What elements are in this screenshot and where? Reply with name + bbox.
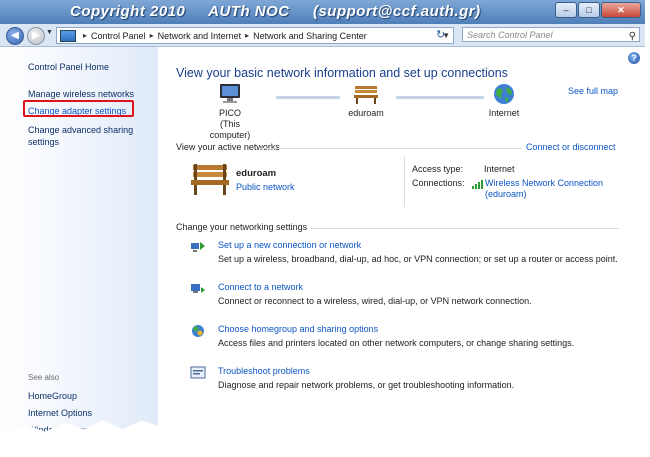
- homegroup-link[interactable]: HomeGroup: [28, 391, 77, 401]
- see-full-map-link[interactable]: See full map: [568, 86, 618, 96]
- internet-label: Internet: [488, 108, 520, 118]
- divider: [311, 228, 619, 229]
- refresh-icon[interactable]: ↻: [436, 28, 445, 41]
- network-location-link[interactable]: Public network: [236, 182, 295, 192]
- control-panel-home-link[interactable]: Control Panel Home: [28, 62, 109, 72]
- divider: [260, 148, 522, 149]
- divider: [404, 157, 405, 207]
- computer-icon: [220, 84, 240, 103]
- computer-name: PICO: [218, 108, 241, 118]
- active-networks-title: View your active networks: [176, 142, 280, 152]
- highlight-box: [23, 100, 134, 117]
- internet-options-link[interactable]: Internet Options: [28, 408, 92, 418]
- connect-network-icon: [191, 284, 205, 293]
- homegroup-sharing-link[interactable]: Choose homegroup and sharing options: [218, 324, 378, 334]
- setup-connection-link[interactable]: Set up a new connection or network: [218, 240, 361, 250]
- globe-icon: [494, 84, 514, 104]
- access-type-value: Internet: [484, 164, 515, 174]
- network-map: PICO (This computer) eduroam Internet: [200, 83, 520, 140]
- troubleshoot-desc: Diagnose and repair network problems, or…: [218, 380, 515, 390]
- connection-line: [396, 96, 484, 99]
- troubleshoot-link[interactable]: Troubleshoot problems: [218, 366, 310, 376]
- see-also-label: See also: [28, 373, 60, 382]
- address-bar[interactable]: ▸ Control Panel ▸ Network and Internet ▸…: [56, 27, 454, 44]
- address-toolbar: ◀ ▶ ▼ ▸ Control Panel ▸ Network and Inte…: [0, 24, 645, 47]
- connect-network-desc: Connect or reconnect to a wireless, wire…: [218, 296, 532, 306]
- wireless-connection-link[interactable]: Wireless Network Connection (eduroam): [485, 178, 603, 200]
- connection-line: [276, 96, 340, 99]
- active-network-name: eduroam: [236, 168, 277, 179]
- page-title: View your basic network information and …: [176, 66, 508, 80]
- task-pane: Control Panel Home Manage wireless netwo…: [0, 47, 158, 434]
- back-button[interactable]: ◀: [6, 27, 24, 45]
- signal-strength-icon: [472, 180, 483, 189]
- network-node[interactable]: eduroam: [340, 83, 392, 119]
- internet-node[interactable]: Internet: [484, 83, 524, 119]
- advanced-sharing-link[interactable]: Change advanced sharing settings: [28, 124, 148, 148]
- wireless-connection-name[interactable]: Wireless Network Connection: [485, 178, 603, 189]
- troubleshoot-icon: [190, 366, 206, 379]
- change-settings-title: Change your networking settings: [176, 222, 308, 232]
- breadcrumb-separator-icon[interactable]: ▸: [245, 31, 249, 40]
- breadcrumb-control-panel[interactable]: Control Panel: [91, 31, 146, 41]
- breadcrumb-network-internet[interactable]: Network and Internet: [158, 31, 242, 41]
- computer-node[interactable]: PICO (This computer): [200, 83, 260, 141]
- connect-network-link[interactable]: Connect to a network: [218, 282, 303, 292]
- close-button[interactable]: ✕: [601, 2, 641, 18]
- manage-wireless-link[interactable]: Manage wireless networks: [28, 89, 134, 99]
- search-placeholder: Search Control Panel: [467, 30, 553, 40]
- title-bar: Copyright 2010 AUTh NOC (support@ccf.aut…: [0, 0, 645, 24]
- setup-connection-desc: Set up a wireless, broadband, dial-up, a…: [218, 254, 618, 264]
- bench-icon[interactable]: [190, 162, 230, 196]
- breadcrumb-separator-icon[interactable]: ▸: [150, 31, 154, 40]
- network-node-label: eduroam: [348, 108, 384, 118]
- main-content: ? View your basic network information an…: [160, 47, 645, 434]
- bench-icon: [354, 86, 378, 104]
- connections-label: Connections:: [412, 178, 465, 188]
- homegroup-sharing-desc: Access files and printers located on oth…: [218, 338, 575, 348]
- access-type-label: Access type:: [412, 164, 464, 174]
- new-connection-icon: [191, 242, 205, 252]
- search-input[interactable]: Search Control Panel ⚲: [462, 27, 640, 42]
- help-icon[interactable]: ?: [628, 52, 640, 64]
- connect-disconnect-link[interactable]: Connect or disconnect: [526, 142, 616, 152]
- network-sharing-center-window: Copyright 2010 AUTh NOC (support@ccf.aut…: [0, 0, 645, 434]
- maximize-button[interactable]: □: [578, 2, 600, 18]
- windows-firewall-link[interactable]: Windows Firewall: [28, 425, 98, 434]
- breadcrumb-separator-icon[interactable]: ▸: [83, 31, 87, 40]
- wireless-connection-sub[interactable]: (eduroam): [485, 189, 603, 200]
- search-icon[interactable]: ⚲: [629, 29, 636, 44]
- breadcrumb-sharing-center[interactable]: Network and Sharing Center: [253, 31, 367, 41]
- window-controls: – □ ✕: [555, 2, 641, 18]
- minimize-button[interactable]: –: [555, 2, 577, 18]
- control-panel-icon: [60, 29, 76, 42]
- forward-button[interactable]: ▶: [27, 27, 45, 45]
- computer-subtitle: (This computer): [209, 119, 251, 140]
- recent-pages-dropdown-icon[interactable]: ▼: [46, 29, 53, 36]
- copyright-banner: Copyright 2010 AUTh NOC (support@ccf.aut…: [70, 3, 481, 20]
- homegroup-icon: [192, 325, 204, 337]
